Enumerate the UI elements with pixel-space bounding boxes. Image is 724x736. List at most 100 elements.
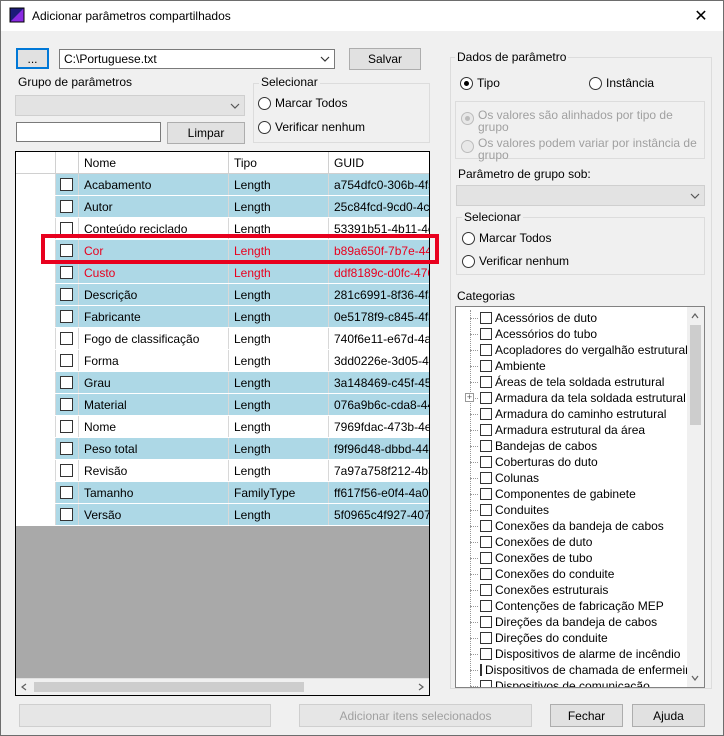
row-guid[interactable]: f9f96d48-dbbd-4424- [329, 438, 429, 459]
row-header[interactable] [16, 240, 56, 261]
category-checkbox[interactable] [480, 392, 492, 404]
row-type[interactable]: Length [229, 240, 329, 261]
row-type[interactable]: Length [229, 504, 329, 525]
row-name[interactable]: Grau [79, 372, 229, 393]
category-item[interactable]: + Armadura da tela soldada estrutural [456, 390, 688, 406]
row-checkbox[interactable] [60, 354, 73, 367]
row-header[interactable] [16, 284, 56, 305]
category-item[interactable]: Ambiente [456, 358, 688, 374]
row-name[interactable]: Forma [79, 350, 229, 371]
table-row[interactable]: FabricanteLength0e5178f9-c845-4f3c- [16, 306, 429, 328]
row-type[interactable]: Length [229, 394, 329, 415]
add-selected-button[interactable]: Adicionar itens selecionados [299, 704, 532, 727]
category-item[interactable]: Dispositivos de alarme de incêndio [456, 646, 688, 662]
category-checkbox[interactable] [480, 408, 492, 420]
category-checkbox[interactable] [480, 328, 492, 340]
vary-radio[interactable]: Os valores podem variar por instância de… [461, 137, 701, 161]
row-header[interactable] [16, 482, 56, 503]
browse-button[interactable]: ... [16, 48, 49, 69]
table-row[interactable]: Fogo de classificação Length 740f6e11-e67d… [16, 328, 429, 350]
help-button[interactable]: Ajuda [632, 704, 705, 727]
table-row[interactable]: FormaLength3dd0226e-3d05-402a [16, 350, 429, 372]
row-name[interactable]: Conteúdo reciclado [79, 218, 229, 239]
row-guid[interactable]: 076a9b6c-cda8-44ea [329, 394, 429, 415]
title-bar[interactable]: Adicionar parâmetros compartilhados ✕ [1, 1, 723, 31]
row-type[interactable]: Length [229, 218, 329, 239]
scrollbar-thumb[interactable] [34, 682, 304, 692]
check-all-radio-2[interactable]: Marcar Todos [462, 231, 551, 245]
row-guid[interactable]: 3a148469-c45f-458a [329, 372, 429, 393]
category-item[interactable]: Acopladores do vergalhão estrutural [456, 342, 688, 358]
category-checkbox[interactable] [480, 424, 492, 436]
row-guid[interactable]: ddf8189c-d0fc-4764- [329, 262, 429, 283]
category-item[interactable]: Armadura do caminho estrutural [456, 406, 688, 422]
row-checkbox-cell[interactable] [56, 174, 79, 195]
row-guid[interactable]: 3dd0226e-3d05-402a [329, 350, 429, 371]
table-row[interactable]: CustoLengthddf8189c-d0fc-4764- [16, 262, 429, 284]
row-header[interactable] [16, 460, 56, 481]
category-item[interactable]: Componentes de gabinete [456, 486, 688, 502]
category-item[interactable]: Conexões de tubo [456, 550, 688, 566]
row-name[interactable]: Revisão [79, 460, 229, 481]
row-checkbox[interactable] [60, 266, 73, 279]
row-checkbox[interactable] [60, 310, 73, 323]
table-row[interactable]: Conteúdo recicladoLength53391b51-4b11-4e… [16, 218, 429, 240]
check-none-radio-2[interactable]: Verificar nenhum [462, 254, 569, 268]
close-button[interactable]: Fechar [550, 704, 623, 727]
close-icon[interactable]: ✕ [687, 5, 715, 27]
row-checkbox[interactable] [60, 222, 73, 235]
row-header[interactable] [16, 196, 56, 217]
category-checkbox[interactable] [480, 648, 492, 660]
row-header[interactable] [16, 350, 56, 371]
category-item[interactable]: Conexões estruturais [456, 582, 688, 598]
row-checkbox-cell[interactable] [56, 240, 79, 261]
category-checkbox[interactable] [480, 616, 492, 628]
categories-tree[interactable]: Acessórios de duto Acessórios do tubo Acop… [455, 306, 705, 688]
category-item[interactable]: Acessórios de duto [456, 310, 688, 326]
row-guid[interactable]: ff617f56-e0f4-4a07-a [329, 482, 429, 503]
row-checkbox[interactable] [60, 486, 73, 499]
table-row[interactable]: TamanhoFamilyTypeff617f56-e0f4-4a07-a [16, 482, 429, 504]
category-checkbox[interactable] [480, 552, 492, 564]
row-type[interactable]: Length [229, 284, 329, 305]
row-checkbox[interactable] [60, 288, 73, 301]
row-type[interactable]: Length [229, 438, 329, 459]
row-guid[interactable]: 53391b51-4b11-4e8 [329, 218, 429, 239]
category-checkbox[interactable] [480, 632, 492, 644]
vertical-scrollbar[interactable] [687, 307, 704, 687]
category-item[interactable]: Colunas [456, 470, 688, 486]
row-checkbox[interactable] [60, 464, 73, 477]
row-checkbox-cell[interactable] [56, 438, 79, 459]
category-item[interactable]: Direções do conduite [456, 630, 688, 646]
row-checkbox-cell[interactable] [56, 394, 79, 415]
row-header[interactable] [16, 438, 56, 459]
column-header-name[interactable]: Nome [79, 152, 229, 174]
category-item[interactable]: Direções da bandeja de cabos [456, 614, 688, 630]
row-header[interactable] [16, 416, 56, 437]
row-name[interactable]: Autor [79, 196, 229, 217]
row-checkbox[interactable] [60, 178, 73, 191]
row-checkbox-cell[interactable] [56, 196, 79, 217]
row-type[interactable]: Length [229, 306, 329, 327]
horizontal-scrollbar[interactable] [16, 678, 429, 695]
row-name[interactable]: Descrição [79, 284, 229, 305]
category-checkbox[interactable] [480, 488, 492, 500]
row-header[interactable] [16, 372, 56, 393]
table-row[interactable]: DescriçãoLength281c6991-8f36-4f34- [16, 284, 429, 306]
row-name[interactable]: Tamanho [79, 482, 229, 503]
category-item[interactable]: Acessórios do tubo [456, 326, 688, 342]
category-checkbox[interactable] [480, 536, 492, 548]
row-type[interactable]: Length [229, 460, 329, 481]
check-none-radio[interactable]: Verificar nenhum [258, 120, 365, 134]
group-under-combo[interactable] [456, 185, 705, 206]
row-checkbox-cell[interactable] [56, 284, 79, 305]
row-type[interactable]: Length [229, 174, 329, 195]
row-guid[interactable]: 740f6e11-e67d-4ae7 [329, 328, 429, 349]
category-checkbox[interactable] [480, 440, 492, 452]
row-name[interactable]: Material [79, 394, 229, 415]
scroll-up-icon[interactable] [689, 310, 701, 322]
category-checkbox[interactable] [480, 600, 492, 612]
row-header[interactable] [16, 328, 56, 349]
row-checkbox[interactable] [60, 376, 73, 389]
category-checkbox[interactable] [480, 680, 492, 687]
